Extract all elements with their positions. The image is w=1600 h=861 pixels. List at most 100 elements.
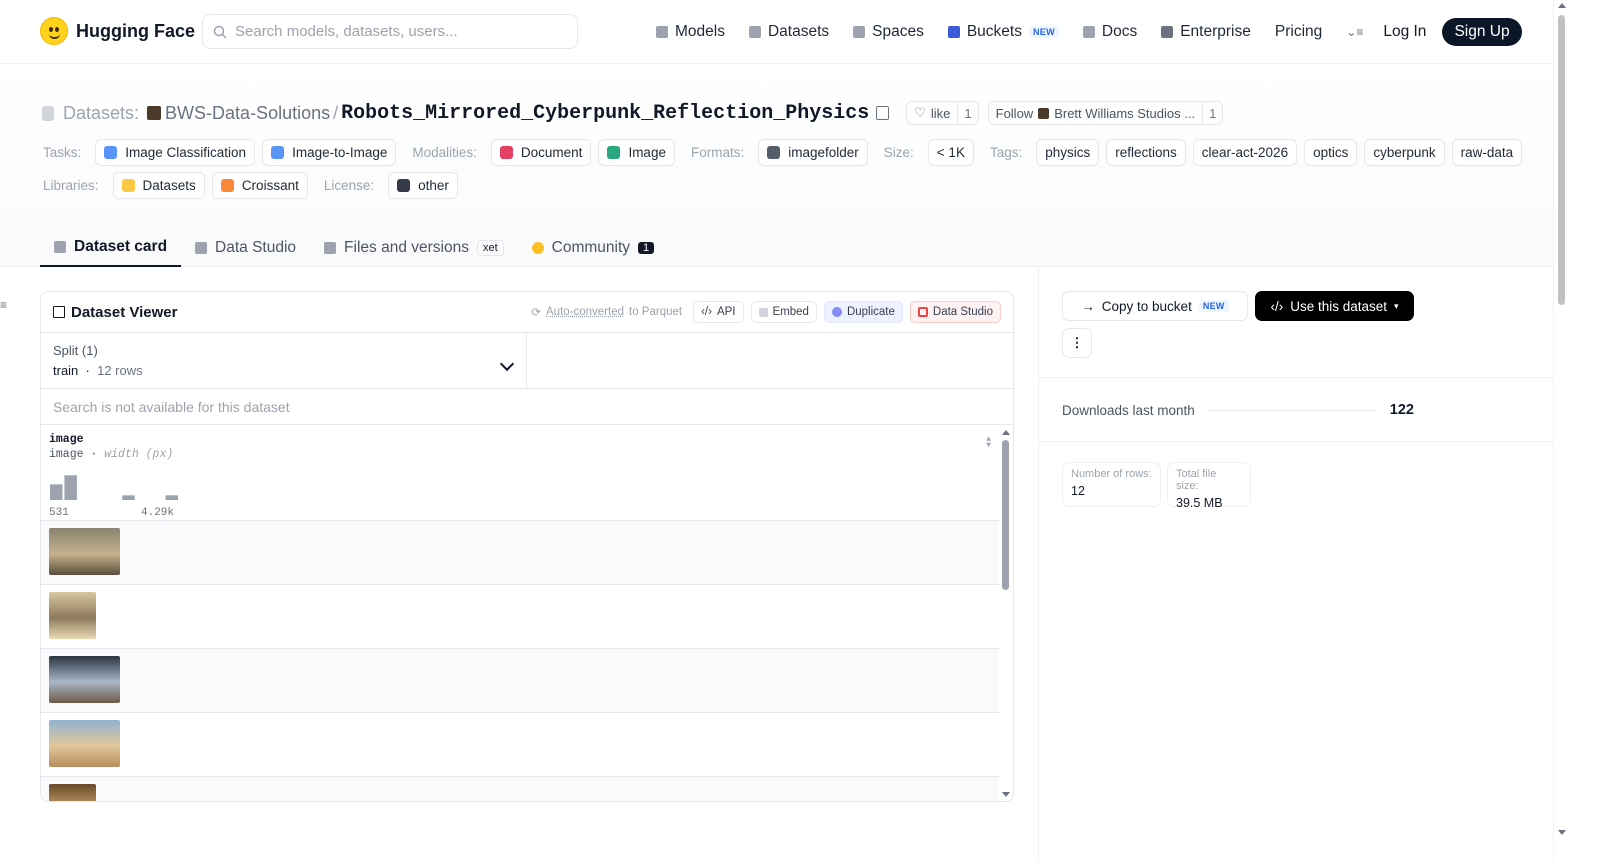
modality-tag[interactable]: Document	[490, 139, 592, 166]
nav-links: Models Datasets Spaces Buckets NEW Docs Enterp…	[656, 18, 1522, 46]
column-type-name: image	[49, 448, 84, 461]
task-tag[interactable]: Image Classification	[95, 139, 256, 166]
crumb-datasets-label[interactable]: Datasets:	[63, 103, 139, 124]
image-thumbnail[interactable]	[49, 592, 96, 639]
api-button[interactable]: ‹/› API	[693, 301, 744, 323]
like-button[interactable]: ♡ like 1	[906, 101, 979, 125]
table-row[interactable]	[41, 777, 1013, 801]
sidebar-divider	[1038, 268, 1039, 861]
topic-tag[interactable]: cyberpunk	[1364, 139, 1445, 166]
tag-group-label: License:	[323, 178, 375, 193]
like-count[interactable]: 1	[957, 102, 977, 124]
follow-name: Brett Williams Studios ...	[1054, 105, 1196, 121]
tab-label: Data Studio	[215, 238, 297, 256]
brand-logo[interactable]: Hugging Face	[40, 17, 195, 45]
repo-title-row: Datasets: BWS-Data-Solutions / Robots_Mi…	[42, 100, 1232, 126]
split-selector[interactable]: Split (1) train · 12 rows	[41, 333, 527, 388]
database-icon	[42, 105, 54, 121]
org-link[interactable]: BWS-Data-Solutions	[165, 103, 330, 124]
table-row[interactable]	[41, 521, 1013, 585]
scroll-down-icon[interactable]	[1002, 792, 1010, 797]
histogram-bar[interactable]	[122, 495, 135, 500]
image-thumbnail[interactable]	[49, 656, 120, 703]
viewer-search-unavailable: Search is not available for this dataset	[41, 389, 1013, 425]
histogram-bar[interactable]	[64, 475, 77, 500]
copy-icon[interactable]	[876, 106, 890, 120]
nav-link-spaces[interactable]: Spaces	[853, 23, 924, 41]
embed-button[interactable]: Embed	[750, 301, 817, 323]
follow-count[interactable]: 1	[1202, 102, 1222, 124]
modality-tag[interactable]: Image	[598, 139, 675, 166]
split-rows: 12 rows	[97, 363, 143, 378]
topic-tag[interactable]: raw-data	[1451, 139, 1523, 166]
scroll-up-icon[interactable]	[1002, 430, 1010, 435]
table-row[interactable]	[41, 585, 1013, 649]
image-thumbnail[interactable]	[49, 528, 120, 575]
nav-link-models[interactable]: Models	[656, 23, 725, 41]
new-badge: NEW	[1028, 26, 1059, 38]
tag-group-label: Size:	[883, 145, 914, 160]
scroll-up-icon[interactable]	[1558, 3, 1566, 8]
tab-community[interactable]: Community 1	[518, 228, 669, 267]
histogram-bar[interactable]	[165, 495, 178, 500]
tab-files-and-versions[interactable]: Files and versions xet	[310, 228, 518, 267]
histogram-bar[interactable]	[50, 484, 63, 500]
copy-to-bucket-button[interactable]: → Copy to bucket NEW	[1062, 291, 1248, 321]
sort-icon[interactable]: ▲ ▼	[986, 436, 991, 450]
search-icon	[213, 25, 227, 39]
tab-dataset-card[interactable]: Dataset card	[40, 228, 182, 267]
nav-link-buckets[interactable]: Buckets NEW	[947, 23, 1059, 41]
tab-data-studio[interactable]: Data Studio	[181, 228, 310, 267]
auto-converted-link[interactable]: Auto-converted	[546, 306, 624, 318]
nav-link-pricing[interactable]: Pricing	[1275, 23, 1322, 41]
page-scroll-thumb[interactable]	[1558, 15, 1565, 305]
file-size-label: Total file size:	[1176, 468, 1217, 492]
cube-icon	[54, 240, 66, 253]
table-row[interactable]	[41, 713, 1013, 777]
more-menu-icon[interactable]: ⌄≡	[1346, 25, 1363, 39]
viewer-scrollbar[interactable]	[999, 428, 1013, 801]
login-link[interactable]: Log In	[1383, 23, 1426, 41]
nav-link-datasets[interactable]: Datasets	[748, 23, 829, 41]
tag-icon	[104, 146, 118, 159]
tag-label-text: Image-to-Image	[292, 145, 388, 160]
toc-toggle-icon[interactable]: ≡	[0, 298, 7, 312]
data-studio-button[interactable]: Data Studio	[909, 301, 1001, 323]
more-options-button[interactable]: ⋮	[1062, 328, 1092, 358]
page-scrollbar[interactable]	[1553, 0, 1568, 861]
code-icon: ‹/›	[1270, 298, 1284, 314]
split-selector-row: Split (1) train · 12 rows	[41, 333, 1013, 389]
crumb-separator: /	[333, 102, 339, 123]
repo-tabs: Dataset card Data Studio Files and version…	[40, 228, 668, 268]
topic-tag[interactable]: reflections	[1106, 139, 1186, 166]
size-tag[interactable]: < 1K	[927, 139, 974, 166]
viewer-scroll-thumb[interactable]	[1002, 440, 1009, 590]
format-tag[interactable]: imagefolder	[758, 139, 868, 166]
search-box[interactable]	[202, 14, 578, 49]
cube-icon	[656, 26, 668, 38]
library-tag[interactable]: Croissant	[211, 172, 308, 199]
scroll-down-icon[interactable]	[1558, 830, 1566, 835]
rows-stat-label: Number of rows:	[1071, 468, 1152, 480]
task-tag[interactable]: Image-to-Image	[262, 139, 397, 166]
topic-tag[interactable]: physics	[1036, 139, 1100, 166]
topic-tag[interactable]: optics	[1304, 139, 1358, 166]
follow-button[interactable]: Follow Brett Williams Studios ... 1	[987, 101, 1224, 125]
signup-button[interactable]: Sign Up	[1442, 18, 1522, 46]
xet-badge: xet	[476, 239, 504, 256]
image-thumbnail[interactable]	[49, 784, 96, 801]
use-dataset-button[interactable]: ‹/› Use this dataset ▾	[1255, 291, 1414, 321]
downloads-stat: Downloads last month 122	[1062, 402, 1414, 418]
nav-link-docs[interactable]: Docs	[1082, 23, 1137, 41]
license-tag[interactable]: other	[388, 172, 458, 199]
library-tag[interactable]: Datasets	[112, 172, 205, 199]
duplicate-button[interactable]: Duplicate	[823, 301, 903, 323]
column-header-image[interactable]: image image · width (px) 531 4.29k ▲ ▼	[41, 425, 1013, 521]
tag-label-text: Image	[628, 145, 666, 160]
table-row[interactable]	[41, 649, 1013, 713]
topic-tag[interactable]: clear-act-2026	[1192, 139, 1298, 166]
repo-name[interactable]: Robots_Mirrored_Cyberpunk_Reflection_Phy…	[341, 102, 869, 125]
image-thumbnail[interactable]	[49, 720, 120, 767]
nav-link-enterprise[interactable]: Enterprise	[1161, 23, 1251, 41]
search-input[interactable]	[235, 23, 555, 40]
